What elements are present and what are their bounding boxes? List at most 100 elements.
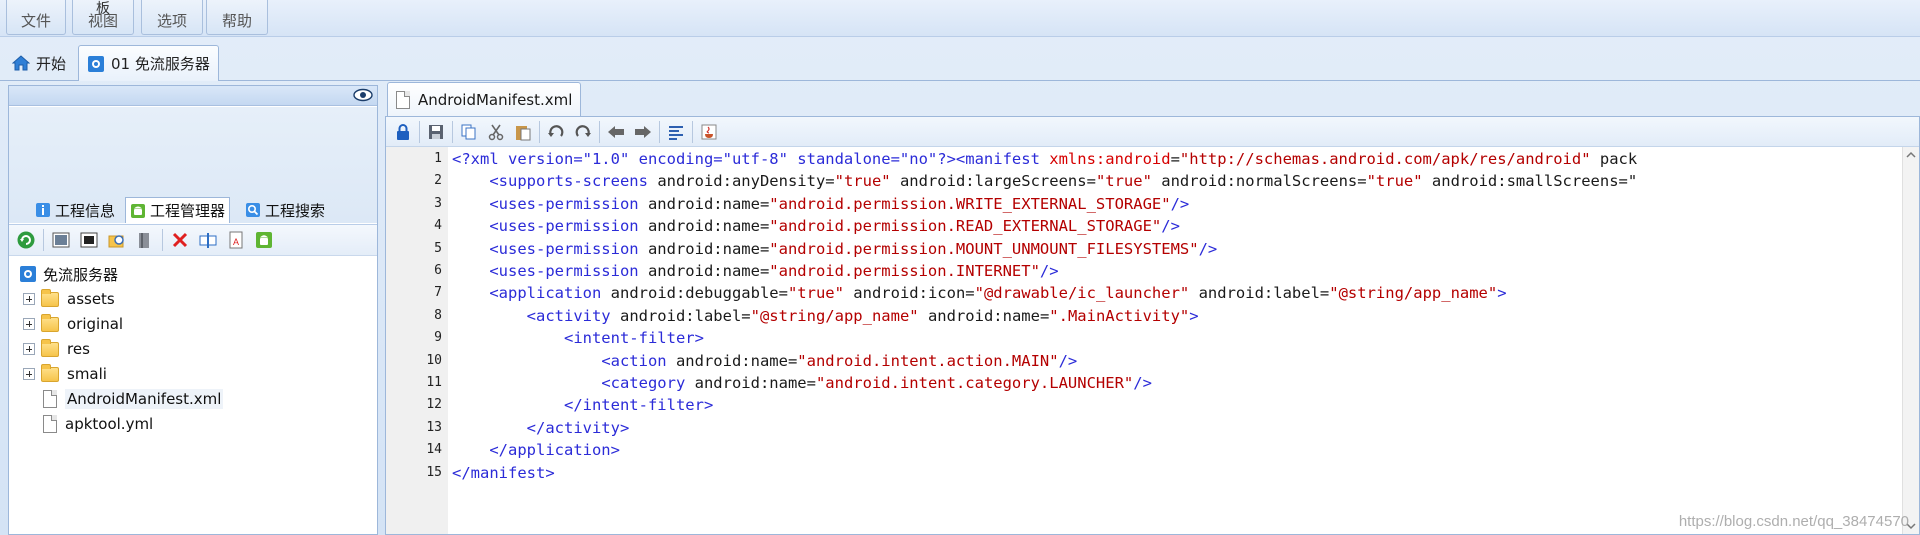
code-line[interactable]: <uses-permission android:name="android.p… xyxy=(452,215,1180,237)
rename-icon[interactable] xyxy=(197,229,219,251)
tree-item-apktool[interactable]: apktool.yml xyxy=(43,412,153,436)
paste-icon[interactable] xyxy=(512,121,534,143)
tree-item-res[interactable]: res xyxy=(23,337,90,361)
code-line[interactable]: <uses-permission android:name="android.p… xyxy=(452,238,1217,260)
scroll-up-icon[interactable] xyxy=(1903,149,1919,161)
code-token: /> xyxy=(1133,374,1152,392)
book-icon[interactable] xyxy=(134,229,156,251)
image-icon[interactable] xyxy=(50,229,72,251)
tree-item-androidmanifest[interactable]: AndroidManifest.xml xyxy=(43,387,224,411)
line-number: 13 xyxy=(426,419,442,435)
code-token: <category xyxy=(601,374,695,392)
code-token: = xyxy=(1170,150,1180,168)
code-line[interactable]: <?xml version="1.0" encoding="utf-8" sta… xyxy=(452,148,1637,170)
forward-icon[interactable] xyxy=(632,121,654,143)
tree-root[interactable]: 免流服务器 xyxy=(19,262,118,286)
window-icon[interactable] xyxy=(78,229,100,251)
expand-icon[interactable] xyxy=(23,293,35,305)
tree-item-label: smali xyxy=(67,365,107,383)
tree-toolbar: A xyxy=(9,224,377,256)
line-number: 7 xyxy=(434,285,442,301)
folder-icon xyxy=(41,338,59,357)
panel-sub-tabs: 工程信息 工程管理器 工程搜索 xyxy=(9,107,377,223)
tab-project[interactable]: 01 免流服务器 xyxy=(78,45,219,81)
code-token: <application xyxy=(489,284,611,303)
menu-file-label: 文件 xyxy=(20,12,51,30)
eye-icon[interactable] xyxy=(353,88,373,102)
tab-start[interactable]: 开始 xyxy=(4,45,74,81)
line-number: 9 xyxy=(434,330,442,346)
lock-icon[interactable] xyxy=(392,121,414,143)
code-line[interactable]: <uses-permission android:name="android.p… xyxy=(452,260,1059,282)
line-number: 3 xyxy=(434,195,442,211)
code-line[interactable]: </manifest> xyxy=(452,462,555,484)
line-number: 8 xyxy=(434,307,442,323)
tab-androidmanifest[interactable]: AndroidManifest.xml xyxy=(387,82,582,116)
code-token: "@drawable/ic_launcher" xyxy=(974,284,1190,303)
code-line[interactable]: <activity android:label="@string/app_nam… xyxy=(452,305,1199,327)
tab-project-search[interactable]: 工程搜索 xyxy=(241,197,329,223)
code-token: "true" xyxy=(834,172,891,191)
menu-view[interactable]: 板 视图 xyxy=(72,0,134,35)
code-token: pack xyxy=(1590,150,1638,168)
code-token: </application> xyxy=(489,441,620,460)
format-icon[interactable] xyxy=(665,121,687,143)
tab-project-manager-label: 工程管理器 xyxy=(150,202,226,220)
refresh-icon[interactable] xyxy=(15,229,37,251)
code-line[interactable]: <application android:debuggable="true" a… xyxy=(452,282,1506,304)
code-line[interactable]: </intent-filter> xyxy=(452,394,713,416)
cut-icon[interactable] xyxy=(485,121,507,143)
tree-item-smali[interactable]: smali xyxy=(23,362,107,386)
copy-icon[interactable] xyxy=(458,121,480,143)
vertical-scrollbar[interactable] xyxy=(1902,147,1919,534)
tree-item-label: original xyxy=(67,315,124,333)
toolbar-separator xyxy=(43,229,44,251)
tree-item-assets[interactable]: assets xyxy=(23,287,115,311)
tab-start-label: 开始 xyxy=(36,54,67,73)
code-line[interactable]: <action android:name="android.intent.act… xyxy=(452,350,1077,372)
code-line[interactable]: <uses-permission android:name="android.p… xyxy=(452,193,1189,215)
code-line[interactable]: <category android:name="android.intent.c… xyxy=(452,372,1152,394)
java-icon[interactable] xyxy=(698,121,720,143)
line-number: 10 xyxy=(426,352,442,368)
menu-help[interactable]: 帮助 xyxy=(206,0,268,35)
code-token: /> xyxy=(1039,262,1059,280)
android-build-icon[interactable] xyxy=(253,229,275,251)
code-line[interactable]: <supports-screens android:anyDensity="tr… xyxy=(452,170,1637,192)
toolbar-separator xyxy=(692,120,693,143)
tab-project-info[interactable]: 工程信息 xyxy=(31,197,119,223)
home-icon xyxy=(12,55,30,71)
tab-project-manager[interactable]: 工程管理器 xyxy=(125,197,231,223)
text-file-icon[interactable]: A xyxy=(225,229,247,251)
expand-icon[interactable] xyxy=(23,368,35,380)
find-folder-icon[interactable] xyxy=(106,229,128,251)
folder-icon xyxy=(41,363,59,382)
back-icon[interactable] xyxy=(605,121,627,143)
menu-options[interactable]: 选项 xyxy=(141,0,203,35)
code-area[interactable]: <?xml version="1.0" encoding="utf-8" sta… xyxy=(448,147,1919,534)
redo-icon[interactable] xyxy=(572,121,594,143)
delete-icon[interactable] xyxy=(169,229,191,251)
code-line[interactable]: <intent-filter> xyxy=(452,327,704,349)
save-icon[interactable] xyxy=(425,121,447,143)
tree-root-label: 免流服务器 xyxy=(43,265,119,284)
folder-icon xyxy=(41,313,59,332)
tree-item-original[interactable]: original xyxy=(23,312,123,336)
toolbar-separator xyxy=(419,120,420,143)
expand-icon[interactable] xyxy=(23,343,35,355)
toolbar-separator xyxy=(452,120,453,143)
expand-icon[interactable] xyxy=(23,318,35,330)
code-editor: 1 2 3 4 5 6 7 8 9 10 11 12 13 14 15 <?xml version="1.0… xyxy=(385,116,1920,535)
code-line[interactable]: </application> xyxy=(452,439,620,461)
code-token: "@string/app_name" xyxy=(1329,284,1498,303)
menu-help-label: 帮助 xyxy=(221,12,252,30)
code-token: <intent-filter> xyxy=(563,329,704,348)
watermark: https://blog.csdn.net/qq_38474570 xyxy=(1678,513,1909,530)
undo-icon[interactable] xyxy=(545,121,567,143)
menu-file[interactable]: 文件 xyxy=(6,0,66,35)
menu-options-label: 选项 xyxy=(156,12,187,30)
code-line[interactable]: </activity> xyxy=(452,417,630,439)
